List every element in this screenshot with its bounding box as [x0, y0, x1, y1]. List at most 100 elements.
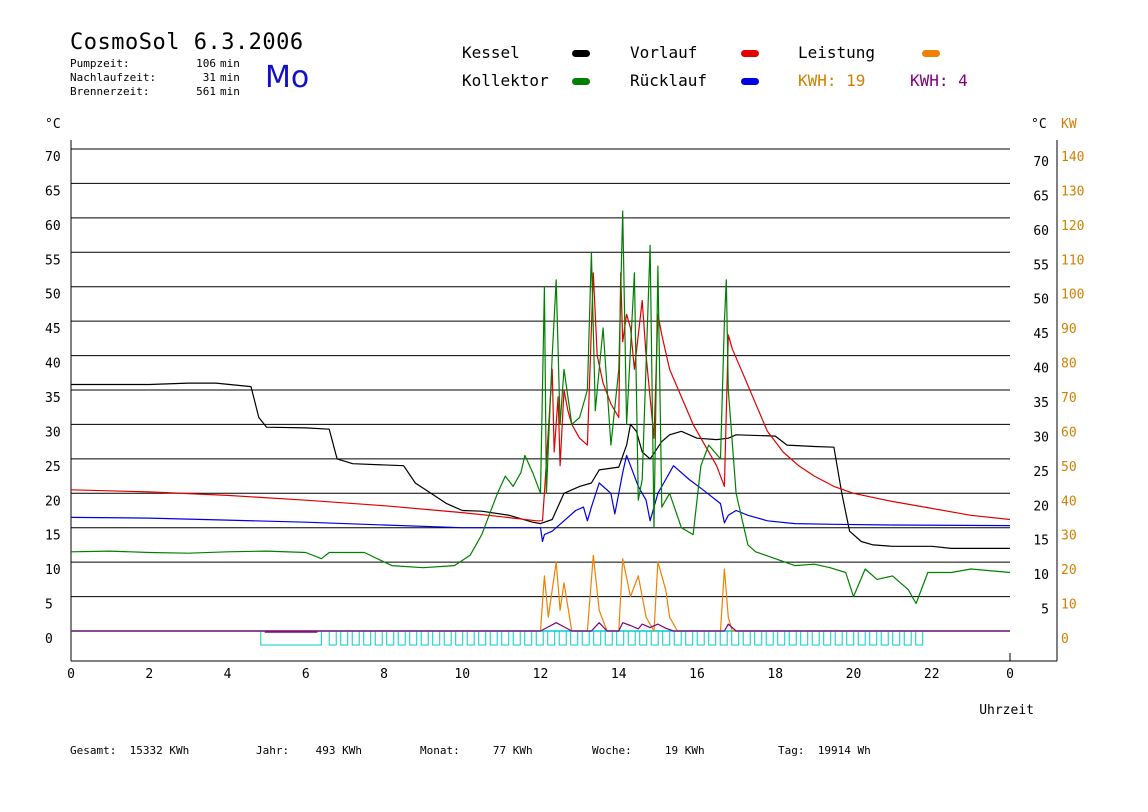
burner-cell	[351, 630, 360, 646]
kw-tick-label: 110	[1061, 253, 1084, 268]
x-tick-label: 2	[145, 667, 153, 682]
burner-cell	[846, 630, 855, 646]
y-axis-unit-right: °C	[1031, 117, 1047, 132]
burner-cell	[558, 630, 567, 646]
chart-area: 0510152025303540455055606570510152025303…	[45, 117, 1084, 718]
burner-cell	[685, 630, 694, 646]
burner-cell	[719, 630, 728, 646]
burner-cell	[340, 630, 349, 646]
kw-tick-label: 140	[1061, 150, 1084, 165]
footer-gesamt: Gesamt: 15332 KWh	[70, 744, 190, 757]
burner-cell	[420, 630, 429, 646]
kw-tick-label: 120	[1061, 219, 1084, 234]
footer-monat: Monat: 77 KWh	[420, 744, 533, 757]
burner-cell	[857, 630, 866, 646]
y-right-tick-label: 70	[1033, 155, 1049, 170]
y-right-tick-label: 45	[1033, 327, 1049, 342]
kw-tick-label: 40	[1061, 494, 1077, 509]
kw-tick-label: 10	[1061, 598, 1077, 613]
kw-tick-label: 60	[1061, 425, 1077, 440]
burner-cell	[489, 630, 498, 646]
burner-cell	[696, 630, 705, 646]
x-tick-label: 0	[1006, 667, 1014, 682]
y-tick-label: 10	[45, 563, 61, 578]
x-tick-label: 18	[767, 667, 783, 682]
kw-tick-label: 30	[1061, 529, 1077, 544]
burner-cell	[892, 630, 901, 646]
kw-tick-label: 130	[1061, 184, 1084, 199]
kw-tick-label: 80	[1061, 357, 1077, 372]
burner-cell	[673, 630, 682, 646]
burner-cell	[478, 630, 487, 646]
burner-cell	[627, 630, 636, 646]
burner-cell	[535, 630, 544, 646]
burner-cell	[581, 630, 590, 646]
burner-cell	[869, 630, 878, 646]
burner-cell	[501, 630, 510, 646]
series-line-kollektor	[70, 210, 1011, 605]
burner-cell	[547, 630, 556, 646]
burner-cell	[386, 630, 395, 646]
burner-cell	[455, 630, 464, 646]
y-right-tick-label: 5	[1041, 603, 1049, 618]
burner-cell	[524, 630, 533, 646]
burner-cell	[662, 630, 671, 646]
x-tick-label: 4	[224, 667, 232, 682]
burner-cell	[742, 630, 751, 646]
y-right-tick-label: 50	[1033, 293, 1049, 308]
y-tick-label: 55	[45, 253, 61, 268]
kw-tick-label: 20	[1061, 563, 1077, 578]
y-right-tick-label: 10	[1033, 568, 1049, 583]
x-tick-label: 20	[846, 667, 862, 682]
series-line-leistung	[71, 554, 1010, 632]
x-tick-label: 22	[924, 667, 940, 682]
burner-cell	[409, 630, 418, 646]
y-tick-label: 20	[45, 494, 61, 509]
y-right-tick-label: 55	[1033, 258, 1049, 273]
y-tick-label: 5	[45, 598, 53, 613]
y-tick-label: 25	[45, 460, 61, 475]
burner-cell	[432, 630, 441, 646]
burner-cell	[903, 630, 912, 646]
y-tick-label: 65	[45, 184, 61, 199]
kw-axis-unit: KW	[1061, 117, 1077, 132]
x-axis-label: Uhrzeit	[979, 703, 1034, 718]
kw-tick-label: 70	[1061, 391, 1077, 406]
y-tick-label: 40	[45, 357, 61, 372]
burner-cell	[374, 630, 383, 646]
burner-cell	[731, 630, 740, 646]
y-right-tick-label: 15	[1033, 534, 1049, 549]
y-right-tick-label: 30	[1033, 430, 1049, 445]
burner-cell	[512, 630, 521, 646]
burner-cell	[880, 630, 889, 646]
x-tick-label: 16	[689, 667, 705, 682]
burner-cell	[777, 630, 786, 646]
burner-cell	[604, 630, 613, 646]
x-tick-label: 14	[611, 667, 627, 682]
burner-cell	[754, 630, 763, 646]
kw-tick-label: 100	[1061, 288, 1084, 303]
y-tick-label: 35	[45, 391, 61, 406]
burner-cell	[708, 630, 717, 646]
y-axis-unit-left: °C	[45, 117, 61, 132]
burner-cell	[823, 630, 832, 646]
y-tick-label: 70	[45, 150, 61, 165]
y-right-tick-label: 20	[1033, 499, 1049, 514]
burner-cell	[915, 630, 924, 646]
y-tick-label: 15	[45, 529, 61, 544]
burner-cell	[616, 630, 625, 646]
burner-cell	[639, 630, 648, 646]
y-tick-label: 0	[45, 632, 53, 647]
footer-tag: Tag: 19914 Wh	[778, 744, 871, 757]
burner-cell	[570, 630, 579, 646]
burner-cell	[800, 630, 809, 646]
y-tick-label: 50	[45, 288, 61, 303]
x-tick-label: 6	[302, 667, 310, 682]
y-tick-label: 60	[45, 219, 61, 234]
kw-tick-label: 50	[1061, 460, 1077, 475]
y-right-tick-label: 25	[1033, 465, 1049, 480]
burner-cell	[834, 630, 843, 646]
footer-jahr: Jahr: 493 KWh	[256, 744, 362, 757]
x-tick-label: 8	[380, 667, 388, 682]
burner-cell	[811, 630, 820, 646]
